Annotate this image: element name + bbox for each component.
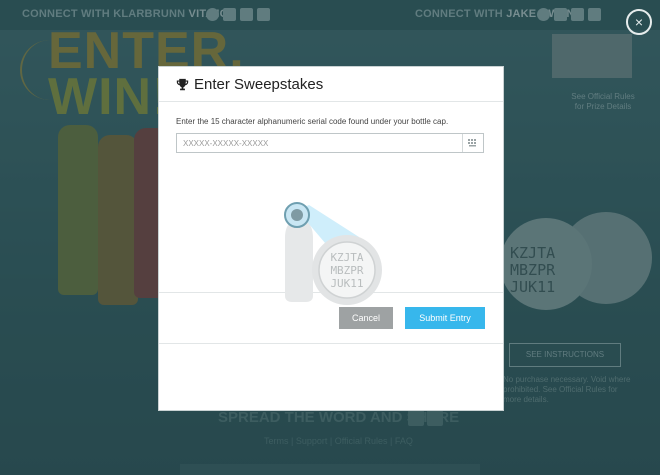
serial-code-field (176, 133, 484, 153)
keyboard-icon[interactable] (462, 134, 483, 152)
cap-code-line: MBZPR (330, 264, 363, 277)
modal-body: Enter the 15 character alphanumeric seri… (159, 102, 503, 305)
instructions-text: Enter the 15 character alphanumeric seri… (176, 117, 449, 126)
cap-code-line: JUK11 (330, 277, 363, 290)
serial-code-input[interactable] (177, 134, 467, 152)
submit-entry-button[interactable]: Submit Entry (405, 307, 485, 329)
modal-header: Enter Sweepstakes (159, 67, 503, 102)
cap-code-line: KZJTA (330, 251, 363, 264)
trophy-icon (176, 78, 189, 90)
keyboard-icon-glyph (468, 139, 476, 147)
modal-footer: Cancel Submit Entry (159, 293, 503, 344)
modal-title: Enter Sweepstakes (194, 75, 324, 93)
cancel-button[interactable]: Cancel (339, 307, 393, 329)
close-icon[interactable]: × (626, 9, 652, 35)
bottle-cap-illustration: KZJTA MBZPR JUK11 (284, 202, 382, 305)
sweepstakes-modal: Enter Sweepstakes Enter the 15 character… (158, 66, 504, 411)
